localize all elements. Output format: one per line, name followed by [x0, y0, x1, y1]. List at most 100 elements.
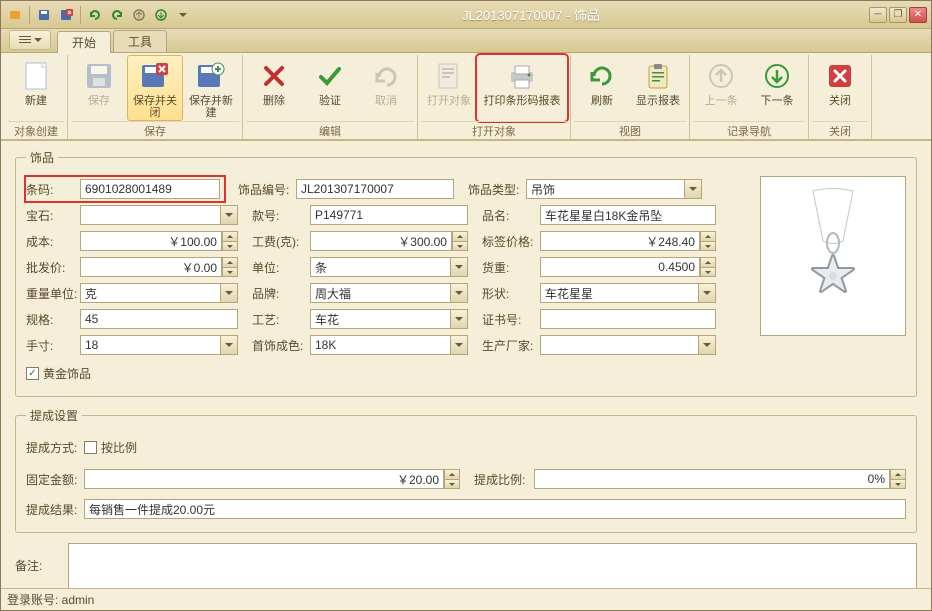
work-fee-input[interactable] — [310, 231, 452, 251]
show-report-button[interactable]: 显示报表 — [630, 55, 686, 121]
chevron-down-icon[interactable] — [698, 335, 716, 355]
window-title: JL201307170007 - 饰品 — [193, 5, 869, 24]
save-close-button[interactable]: 保存并关闭 — [127, 55, 183, 121]
ratio-input[interactable] — [534, 469, 890, 489]
chevron-down-icon[interactable] — [450, 309, 468, 329]
spin-up[interactable] — [222, 257, 238, 267]
cert-label: 证书号: — [482, 311, 540, 328]
unit-label: 单位: — [252, 259, 310, 276]
tab-tools[interactable]: 工具 — [113, 30, 167, 52]
cost-input[interactable] — [80, 231, 222, 251]
tab-start[interactable]: 开始 — [57, 31, 111, 53]
weight-unit-combo[interactable] — [80, 283, 220, 303]
gold-jewelry-checkbox[interactable]: ✓ — [26, 367, 39, 380]
qat-redo-icon[interactable] — [107, 5, 127, 25]
spin-up[interactable] — [890, 469, 906, 479]
brand-combo[interactable] — [310, 283, 450, 303]
spin-down[interactable] — [222, 267, 238, 277]
spin-down[interactable] — [222, 241, 238, 251]
spin-up[interactable] — [222, 231, 238, 241]
chevron-down-icon[interactable] — [220, 205, 238, 225]
minimize-button[interactable]: ─ — [869, 7, 887, 23]
name-label: 品名: — [482, 207, 540, 224]
spin-up[interactable] — [444, 469, 460, 479]
cert-input[interactable] — [540, 309, 716, 329]
fixed-amount-input[interactable] — [84, 469, 444, 489]
nav-menu-button[interactable] — [9, 30, 51, 50]
tag-price-input[interactable] — [540, 231, 700, 251]
spec-input[interactable] — [80, 309, 238, 329]
tag-price-label: 标签价格: — [482, 233, 540, 250]
cancel-button[interactable]: 取消 — [358, 55, 414, 121]
chevron-down-icon[interactable] — [450, 335, 468, 355]
save-close-icon — [139, 60, 171, 92]
item-no-input[interactable] — [296, 179, 454, 199]
refresh-button[interactable]: 刷新 — [574, 55, 630, 121]
verify-button[interactable]: 验证 — [302, 55, 358, 121]
chevron-down-icon[interactable] — [684, 179, 702, 199]
size-label: 手寸: — [26, 337, 80, 354]
chevron-down-icon[interactable] — [220, 283, 238, 303]
manufacturer-combo[interactable] — [540, 335, 698, 355]
new-button[interactable]: 新建 — [8, 55, 64, 121]
wholesale-input[interactable] — [80, 257, 222, 277]
spin-down[interactable] — [444, 479, 460, 489]
qat-prev-icon[interactable] — [129, 5, 149, 25]
chevron-down-icon[interactable] — [450, 257, 468, 277]
prev-record-button[interactable]: 上一条 — [693, 55, 749, 121]
print-barcode-button[interactable]: 打印条形码报表 — [477, 55, 567, 121]
spin-up[interactable] — [700, 257, 716, 267]
maximize-button[interactable]: ❐ — [889, 7, 907, 23]
spin-down[interactable] — [890, 479, 906, 489]
statusbar: 登录账号: admin — [1, 588, 931, 610]
spin-up[interactable] — [452, 231, 468, 241]
remarks-textarea[interactable] — [68, 543, 917, 588]
open-object-button[interactable]: 打开对象 — [421, 55, 477, 121]
qat-undo-icon[interactable] — [85, 5, 105, 25]
spin-down[interactable] — [700, 241, 716, 251]
save-button[interactable]: 保存 — [71, 55, 127, 121]
save-new-button[interactable]: 保存并新建 — [183, 55, 239, 121]
chevron-down-icon[interactable] — [698, 283, 716, 303]
jewelry-fieldset: 饰品 条码: 饰品编号: 饰品类型: — [15, 149, 917, 397]
chevron-down-icon[interactable] — [450, 283, 468, 303]
spec-label: 规格: — [26, 311, 80, 328]
app-window: JL201307170007 - 饰品 ─ ❐ ✕ 开始 工具 新建 对象创建 — [0, 0, 932, 611]
commission-legend: 提成设置 — [26, 407, 82, 424]
brand-label: 品牌: — [252, 285, 310, 302]
size-combo[interactable] — [80, 335, 220, 355]
app-menu-button[interactable] — [5, 5, 25, 25]
spin-down[interactable] — [700, 267, 716, 277]
weight-input[interactable] — [540, 257, 700, 277]
printer-icon — [506, 60, 538, 92]
unit-combo[interactable] — [310, 257, 450, 277]
purity-combo[interactable] — [310, 335, 450, 355]
qat-save-close-icon[interactable] — [56, 5, 76, 25]
style-no-label: 款号: — [252, 207, 310, 224]
ribbon: 新建 对象创建 保存 保存并关闭 保存并新建 保存 — [1, 53, 931, 141]
clipboard-icon — [642, 60, 674, 92]
weight-label: 货重: — [482, 259, 540, 276]
shape-combo[interactable] — [540, 283, 698, 303]
work-fee-label: 工费(克): — [252, 233, 310, 250]
spin-down[interactable] — [452, 241, 468, 251]
chevron-down-icon[interactable] — [220, 335, 238, 355]
craft-combo[interactable] — [310, 309, 450, 329]
barcode-input[interactable] — [80, 179, 220, 199]
result-input[interactable] — [84, 499, 906, 519]
close-window-button[interactable]: ✕ — [909, 7, 927, 23]
item-type-combo[interactable] — [526, 179, 684, 199]
gem-combo[interactable] — [80, 205, 220, 225]
by-ratio-checkbox[interactable] — [84, 441, 97, 454]
delete-button[interactable]: 删除 — [246, 55, 302, 121]
spin-up[interactable] — [700, 231, 716, 241]
qat-save-icon[interactable] — [34, 5, 54, 25]
next-record-button[interactable]: 下一条 — [749, 55, 805, 121]
craft-label: 工艺: — [252, 311, 310, 328]
name-input[interactable] — [540, 205, 716, 225]
qat-dropdown-icon[interactable] — [173, 5, 193, 25]
close-button[interactable]: 关闭 — [812, 55, 868, 121]
qat-next-icon[interactable] — [151, 5, 171, 25]
item-no-label: 饰品编号: — [238, 181, 296, 198]
style-no-input[interactable] — [310, 205, 468, 225]
